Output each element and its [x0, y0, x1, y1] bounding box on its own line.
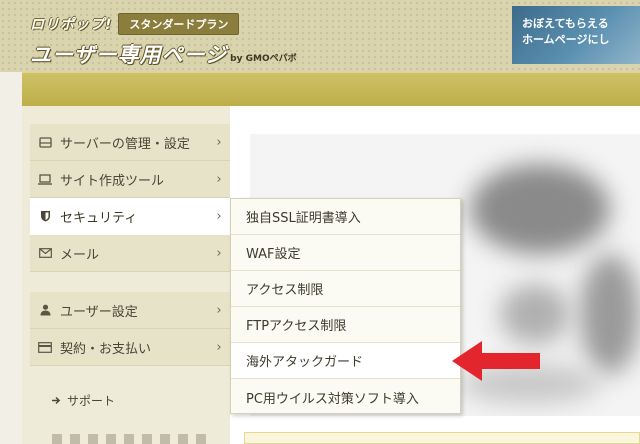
sidebar-item-user-settings[interactable]: ユーザー設定 ›	[30, 292, 230, 329]
support-label: サポート	[67, 394, 116, 408]
chevron-right-icon: ›	[216, 208, 222, 224]
arrow-right-icon	[52, 394, 61, 408]
banner-line-1: おぼえてもらえる	[522, 17, 609, 30]
sidebar-item-security[interactable]: セキュリティ ›	[30, 198, 230, 235]
sidebar-item-site-tools[interactable]: サイト作成ツール ›	[30, 161, 230, 198]
logo[interactable]: ロリポップ! スタンダードプラン ユーザー専用ページ by GMOペパボ	[30, 13, 297, 69]
brand-logo-text: ロリポップ!	[30, 17, 113, 33]
chevron-right-icon: ›	[216, 171, 222, 187]
submenu-item-waf[interactable]: WAF設定	[231, 235, 460, 271]
partial-link-row	[52, 434, 212, 444]
submenu-item-ftp-access[interactable]: FTPアクセス制限	[231, 307, 460, 343]
site-title: ユーザー専用ページ	[30, 43, 228, 67]
nav-group-account: ユーザー設定 › 契約・お支払い ›	[30, 292, 230, 366]
plan-badge: スタンダードプラン	[118, 13, 240, 35]
laptop-icon	[38, 172, 52, 186]
red-arrow-icon	[452, 341, 540, 381]
chevron-right-icon: ›	[216, 339, 222, 355]
promo-banner[interactable]: おぼえてもらえる ホームページにし	[512, 6, 640, 64]
user-icon	[38, 303, 52, 317]
header: ロリポップ! スタンダードプラン ユーザー専用ページ by GMOペパボ おぼえ…	[0, 0, 640, 72]
nav-group-main: サーバーの管理・設定 › サイト作成ツール › セキュリティ › メール ›	[30, 124, 230, 272]
left-margin	[0, 106, 22, 444]
sidebar-item-billing[interactable]: 契約・お支払い ›	[30, 329, 230, 366]
sidebar-item-label: セキュリティ	[60, 210, 138, 226]
sidebar-item-label: メール	[60, 247, 100, 263]
submenu-item-ssl[interactable]: 独自SSL証明書導入	[231, 199, 460, 235]
server-icon	[38, 135, 52, 149]
byline: by GMOペパボ	[230, 54, 297, 64]
notice-box	[244, 432, 640, 444]
global-nav-bar	[22, 72, 640, 106]
submenu-item-antivirus[interactable]: PC用ウイルス対策ソフト導入	[231, 379, 460, 415]
sidebar-item-label: サイト作成ツール	[60, 173, 165, 189]
sidebar-item-label: サーバーの管理・設定	[60, 136, 190, 152]
banner-line-2: ホームページにし	[522, 33, 610, 46]
chevron-right-icon: ›	[216, 245, 222, 261]
shield-icon	[38, 209, 52, 223]
sidebar-item-mail[interactable]: メール ›	[30, 235, 230, 272]
chevron-right-icon: ›	[216, 302, 222, 318]
mail-icon	[38, 246, 52, 260]
security-submenu: 独自SSL証明書導入 WAF設定 アクセス制限 FTPアクセス制限 海外アタック…	[230, 198, 461, 414]
card-icon	[38, 340, 52, 354]
sidebar-item-label: ユーザー設定	[60, 304, 138, 320]
chevron-right-icon: ›	[216, 134, 222, 150]
sidebar-item-label: 契約・お支払い	[60, 341, 152, 357]
support-link[interactable]: サポート	[52, 392, 115, 409]
sidebar: サーバーの管理・設定 › サイト作成ツール › セキュリティ › メール › ユ…	[22, 106, 230, 444]
submenu-item-access-restriction[interactable]: アクセス制限	[231, 271, 460, 307]
sidebar-item-server[interactable]: サーバーの管理・設定 ›	[30, 124, 230, 161]
submenu-item-overseas-attack-guard[interactable]: 海外アタックガード	[231, 343, 460, 379]
